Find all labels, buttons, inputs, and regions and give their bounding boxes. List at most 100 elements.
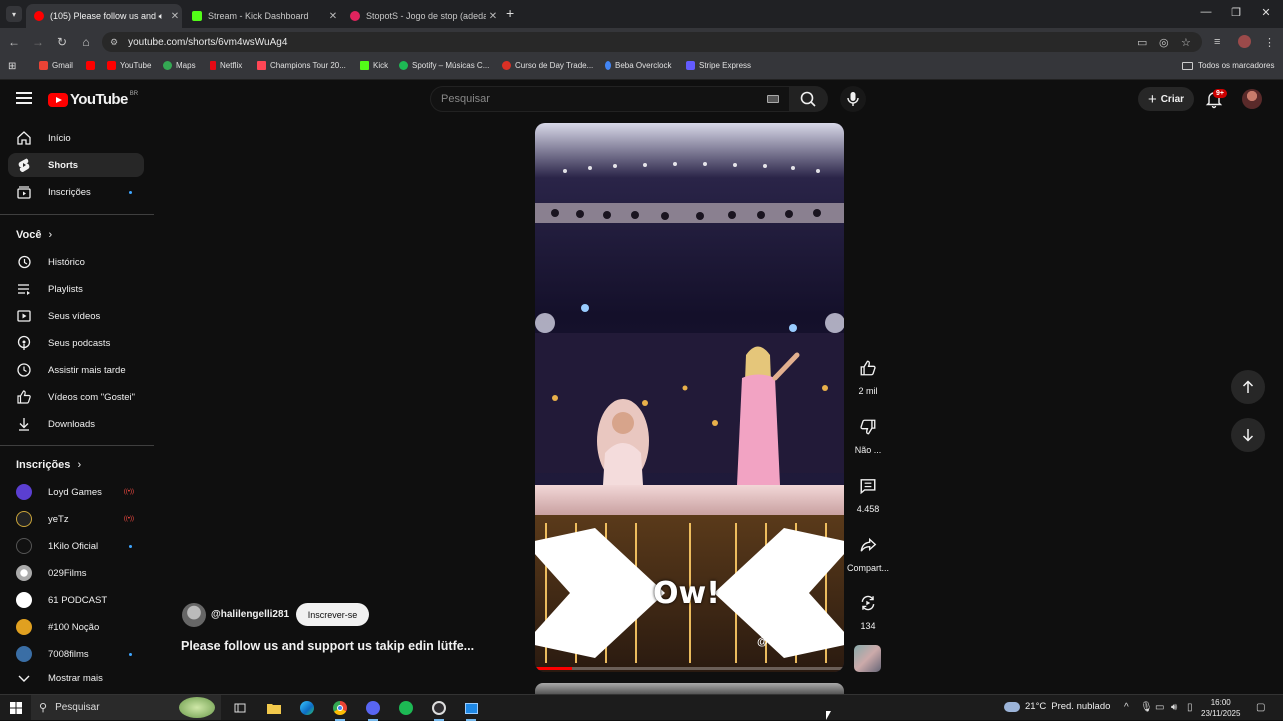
restore-icon[interactable]: ❐	[1226, 6, 1246, 19]
sidebar-item-home[interactable]: Início	[8, 126, 144, 150]
task-view-icon[interactable]	[231, 699, 249, 717]
notification-center-icon[interactable]: ▢	[1256, 702, 1265, 713]
bookmark-star-icon[interactable]: ☆	[1181, 36, 1191, 49]
minimize-icon[interactable]: —	[1196, 6, 1216, 18]
sidebar-channel-61-podcast[interactable]: 61 PODCAST	[8, 588, 144, 612]
omnibox[interactable]: ⚙︎ youtube.com/shorts/6vm4wsWuAg4	[102, 32, 1202, 52]
sidebar-item-downloads[interactable]: Downloads	[8, 412, 144, 436]
chevron-up-icon[interactable]: ^	[1124, 702, 1129, 713]
subscribe-button[interactable]: Inscrever-se	[296, 603, 369, 626]
voice-search-button[interactable]	[840, 86, 866, 112]
comments-action[interactable]: 4.458	[849, 471, 887, 514]
sidebar-item-watch-later[interactable]: Assistir mais tarde	[8, 358, 144, 382]
thumbs-up-icon[interactable]	[853, 353, 883, 383]
keyboard-icon[interactable]	[767, 95, 779, 103]
youtube-logo[interactable]: YouTube BR	[48, 91, 138, 108]
tab-stopots[interactable]: StopotS - Jogo de stop (adedan ✕	[342, 4, 500, 28]
all-bookmarks[interactable]: Todos os marcadores	[1182, 61, 1274, 70]
search-input[interactable]: Pesquisar	[430, 86, 790, 112]
sidebar-channel-100-nocao[interactable]: #100 Noção	[8, 615, 144, 639]
bookmark-maps[interactable]: Maps	[163, 61, 196, 70]
bookmark-kick[interactable]: Kick	[360, 61, 388, 70]
taskbar-search[interactable]: ⚲ Pesquisar	[31, 695, 221, 720]
you-section-header[interactable]: Você ›	[16, 229, 52, 241]
battery-icon[interactable]: ▯	[1187, 702, 1193, 713]
share-action[interactable]: Compart...	[847, 530, 889, 573]
channel-avatar[interactable]	[182, 603, 206, 627]
sidebar-item-history[interactable]: Histórico	[8, 250, 144, 274]
windows-start-icon[interactable]	[7, 699, 25, 717]
sidebar-channel-029films[interactable]: 029Films	[8, 561, 144, 585]
next-short-preview[interactable]	[535, 683, 844, 694]
previous-short-button[interactable]	[1231, 370, 1265, 404]
new-tab-button[interactable]: +	[506, 5, 514, 21]
bookmark-youtube[interactable]: YouTube	[107, 61, 151, 70]
sidebar-show-more[interactable]: Mostrar mais	[8, 666, 144, 690]
microphone-icon[interactable]: 🎙︎	[1140, 702, 1153, 713]
close-tab-icon[interactable]: ✕	[168, 11, 182, 22]
tab-youtube[interactable]: (105) Please follow us and s 🔈︎ ✕	[26, 4, 182, 28]
chrome-icon[interactable]	[331, 699, 349, 721]
remix-action[interactable]: 134	[849, 588, 887, 631]
next-short-button[interactable]	[1231, 418, 1265, 452]
bookmark-day-trade[interactable]: Curso de Day Trade...	[502, 61, 593, 70]
more-menu-icon[interactable]: ⋮	[1264, 36, 1275, 49]
close-tab-icon[interactable]: ✕	[486, 11, 500, 22]
thumbs-down-icon[interactable]	[853, 412, 883, 442]
bookmark-stripe[interactable]: Stripe Express	[686, 61, 751, 70]
app-window-icon[interactable]	[462, 699, 480, 721]
share-icon[interactable]	[853, 530, 883, 560]
tab-search-button[interactable]: ▾	[6, 6, 22, 22]
network-icon[interactable]: ▭	[1155, 702, 1164, 713]
video-progress-bar[interactable]	[535, 667, 844, 670]
obs-icon[interactable]	[430, 699, 448, 721]
apps-icon[interactable]: ⊞	[8, 61, 16, 72]
site-info-icon[interactable]: ⚙︎	[110, 37, 118, 48]
reload-icon[interactable]: ↻	[54, 35, 70, 49]
remix-icon[interactable]	[853, 588, 883, 618]
sidebar-item-liked-videos[interactable]: Vídeos com "Gostei"	[8, 385, 144, 409]
bookmark-youtube-icon-only[interactable]	[86, 61, 99, 70]
bookmark-spotify[interactable]: Spotify – Músicas C...	[399, 61, 489, 70]
spotify-icon[interactable]	[397, 699, 415, 717]
sidebar-channel-1kilo[interactable]: 1Kilo Oficial	[8, 534, 144, 558]
tab-kick[interactable]: Stream - Kick Dashboard ✕	[184, 4, 340, 28]
bookmark-netflix[interactable]: Netflix	[210, 61, 242, 70]
short-title[interactable]: Please follow us and support us takip ed…	[181, 639, 474, 653]
sidebar-item-podcasts[interactable]: Seus podcasts	[8, 331, 144, 355]
sidebar-channel-7008films[interactable]: 7008films	[8, 642, 144, 666]
extensions-icon[interactable]: ≡	[1214, 36, 1220, 48]
profile-avatar[interactable]	[1238, 35, 1251, 48]
back-icon[interactable]: ←	[6, 35, 22, 49]
hamburger-menu-icon[interactable]	[16, 92, 32, 106]
sound-thumbnail[interactable]	[854, 645, 881, 672]
forward-icon[interactable]: →	[30, 35, 46, 49]
sidebar-channel-yetz[interactable]: yeTz ((•))	[8, 507, 144, 531]
close-window-icon[interactable]: ✕	[1256, 6, 1276, 19]
sidebar-item-subscriptions[interactable]: Inscrições	[8, 180, 144, 204]
bookmark-champions[interactable]: Champions Tour 20...	[257, 61, 346, 70]
sidebar-item-your-videos[interactable]: Seus vídeos	[8, 304, 144, 328]
system-clock[interactable]: 16:00 23/11/2025	[1201, 697, 1240, 719]
cast-icon[interactable]: ▭	[1137, 36, 1147, 49]
subscriptions-section-header[interactable]: Inscrições ›	[16, 459, 81, 471]
eye-off-icon[interactable]: ◎	[1159, 36, 1169, 49]
like-action[interactable]: 2 mil	[849, 353, 887, 396]
file-explorer-icon[interactable]	[265, 699, 283, 717]
close-tab-icon[interactable]: ✕	[326, 11, 340, 22]
volume-icon[interactable]: 🔊︎	[1171, 702, 1177, 713]
bookmark-beba-overclock[interactable]: Beba Overclock	[605, 61, 671, 70]
dislike-action[interactable]: Não ...	[849, 412, 887, 455]
bookmark-gmail[interactable]: Gmail	[39, 61, 73, 70]
search-button[interactable]	[790, 86, 828, 112]
discord-icon[interactable]	[364, 699, 382, 721]
sidebar-channel-loyd-games[interactable]: Loyd Games ((•))	[8, 480, 144, 504]
home-icon[interactable]: ⌂	[78, 35, 94, 49]
speaker-icon[interactable]: 🔈︎	[159, 11, 164, 22]
weather-widget[interactable]: 21°C Pred. nublado	[1004, 701, 1110, 712]
edge-icon[interactable]	[298, 699, 316, 717]
sidebar-item-shorts[interactable]: Shorts	[8, 153, 144, 177]
create-button[interactable]: + Criar	[1138, 87, 1194, 111]
short-video-player[interactable]: Ow! @ sierraultimate	[535, 123, 844, 672]
sidebar-item-playlists[interactable]: Playlists	[8, 277, 144, 301]
